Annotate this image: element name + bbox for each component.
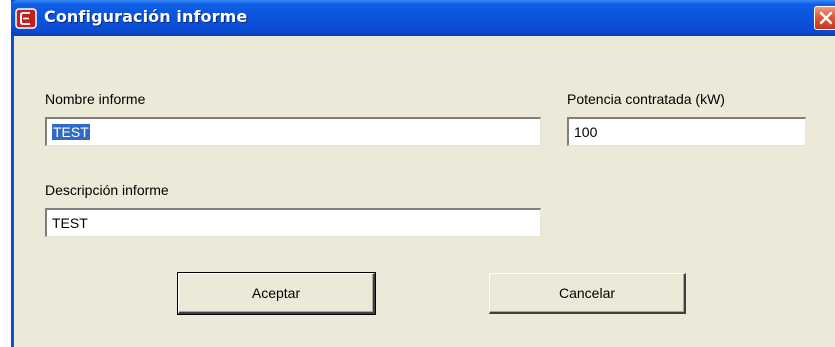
descripcion-informe-input[interactable]: TEST	[45, 208, 541, 237]
window-title: Configuración informe	[44, 7, 248, 26]
descripcion-informe-value: TEST	[52, 215, 88, 231]
potencia-contratada-input[interactable]: 100	[567, 117, 806, 146]
nombre-informe-input[interactable]: TEST	[45, 117, 541, 146]
close-button[interactable]	[814, 6, 835, 30]
close-icon	[819, 11, 833, 25]
potencia-contratada-label: Potencia contratada (kW)	[567, 91, 725, 107]
accept-button[interactable]: Aceptar	[177, 272, 376, 315]
potencia-contratada-value: 100	[574, 124, 598, 140]
title-bar[interactable]: Configuración informe	[11, 0, 835, 36]
dialog-body: Nombre informe TEST Potencia contratada …	[14, 36, 835, 347]
descripcion-informe-label: Descripción informe	[45, 182, 169, 198]
app-icon	[15, 8, 37, 29]
cancel-button[interactable]: Cancelar	[489, 273, 686, 314]
nombre-informe-value: TEST	[52, 124, 90, 140]
nombre-informe-label: Nombre informe	[45, 91, 146, 107]
dialog-window: Configuración informe Nombre informe TES…	[11, 0, 835, 347]
